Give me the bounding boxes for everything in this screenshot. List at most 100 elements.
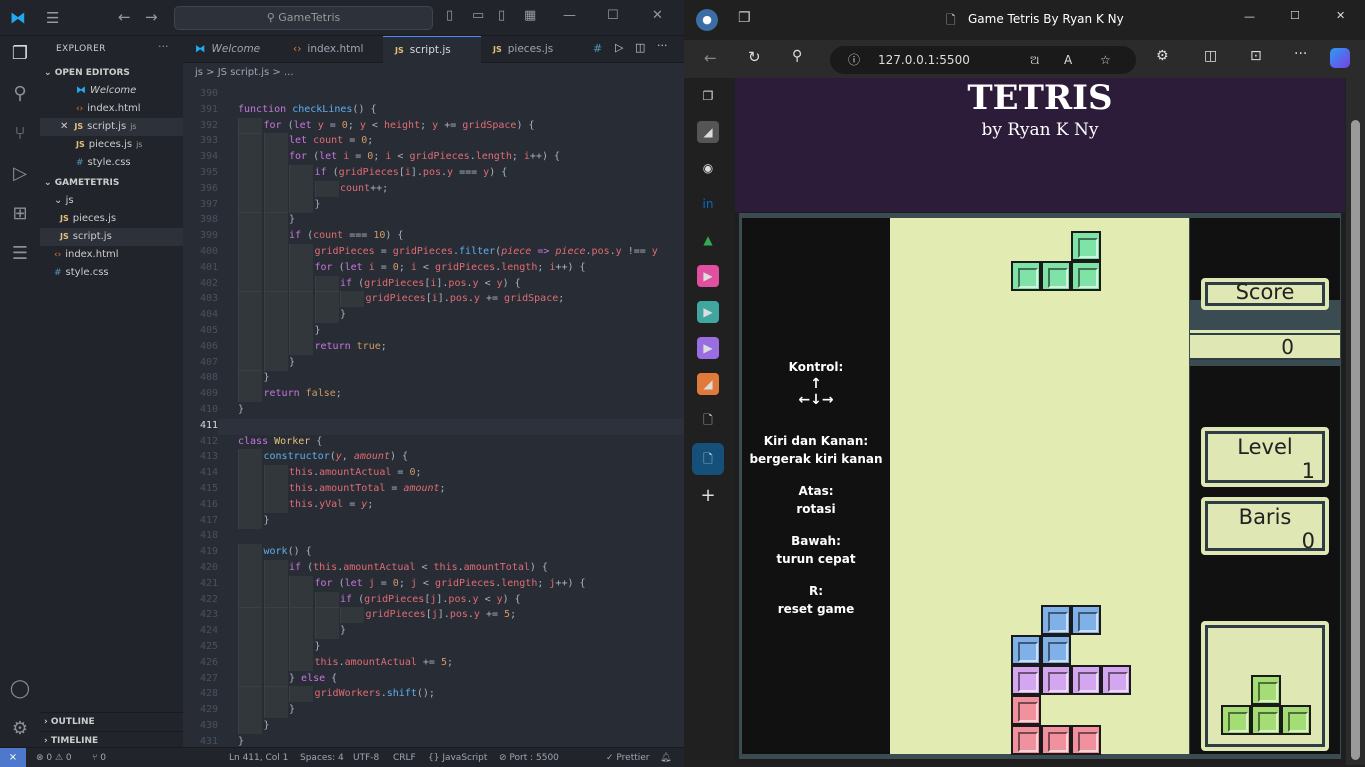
back-arrow-icon[interactable]: ← (704, 49, 717, 67)
open-editors-section[interactable]: ⌄ OPEN EDITORS (40, 64, 183, 82)
refresh-icon[interactable]: ↻ (748, 48, 761, 66)
tab-actions-icon[interactable]: ❐ (697, 85, 719, 107)
pinned-tab-icon[interactable]: ◢ (697, 121, 719, 143)
explorer-icon[interactable]: ❐ (8, 42, 32, 66)
extensions-icon[interactable]: ⚙ (1156, 48, 1169, 64)
ports-indicator[interactable]: ⑂ 0 (92, 748, 106, 767)
minimize-icon[interactable]: — (563, 8, 576, 23)
remote-explorer-icon[interactable]: ☰ (8, 242, 32, 266)
more-actions-icon[interactable]: ··· (657, 39, 668, 52)
translate-icon[interactable]: ଅ (1030, 46, 1039, 74)
tab-script-js[interactable]: JS script.js (383, 36, 481, 63)
extensions-icon[interactable]: ⊞ (8, 202, 32, 226)
tree-index-html[interactable]: ‹› index.html (40, 246, 183, 264)
favorite-star-icon[interactable]: ☆ (1100, 46, 1111, 74)
tree-script-js[interactable]: JS script.js (40, 228, 183, 246)
minimize-icon[interactable]: — (1244, 10, 1255, 23)
remote-indicator[interactable]: ⨯ (0, 748, 26, 767)
tab-index-html[interactable]: ‹› index.html (281, 36, 383, 63)
open-editor-welcome[interactable]: ⧓ Welcome (40, 82, 183, 100)
close-icon[interactable]: ✕ (652, 8, 663, 23)
line-number: 410 (199, 404, 218, 415)
linkedin-icon[interactable]: in (697, 193, 719, 215)
split-editor-icon[interactable]: ◫ (635, 41, 645, 54)
cursor-position[interactable]: Ln 411, Col 1 (229, 748, 288, 767)
open-editor-style-css[interactable]: # style.css (40, 154, 183, 172)
account-icon[interactable]: ◯ (8, 677, 32, 701)
source-control-icon[interactable]: ⑂ (8, 122, 32, 146)
run-icon[interactable]: ▷ (615, 41, 623, 54)
copilot-icon[interactable] (1330, 48, 1350, 68)
workspaces-icon[interactable]: ❐ (738, 10, 751, 26)
pinned-tab-icon[interactable]: ▶ (697, 337, 719, 359)
settings-gear-icon[interactable]: ⚙ (8, 717, 32, 741)
tree-pieces-js[interactable]: JS pieces.js (40, 210, 183, 228)
go-live-icon[interactable]: # (593, 42, 602, 55)
indentation[interactable]: Spaces: 4 (300, 748, 344, 767)
pinned-tab-icon[interactable]: ◢ (697, 373, 719, 395)
js-file-icon: JS (74, 122, 84, 131)
new-tab-plus-icon[interactable]: + (697, 485, 719, 507)
customize-layout-icon[interactable]: ▦ (524, 8, 536, 23)
back-arrow-icon[interactable]: ← (118, 8, 131, 26)
drive-icon[interactable]: ▲ (697, 229, 719, 251)
tab-title[interactable]: Game Tetris By Ryan K Ny (968, 12, 1124, 26)
address-bar[interactable]: ⓘ 127.0.0.1:5500 ଅ A ☆ (830, 46, 1136, 74)
line-number: 399 (199, 230, 218, 242)
bell-icon[interactable]: 🔔︎ (660, 748, 671, 767)
project-section[interactable]: ⌄ GAMETETRIS (40, 174, 183, 192)
indent-guide (263, 212, 288, 229)
maximize-icon[interactable]: ☐ (1290, 9, 1300, 22)
scrollbar-thumb[interactable] (1351, 120, 1360, 760)
more-menu-icon[interactable]: ··· (1294, 46, 1307, 62)
live-server-port[interactable]: ⊘ Port : 5500 (499, 748, 559, 767)
open-editor-pieces-js[interactable]: JS pieces.js js (40, 136, 183, 154)
next-piece-block (1251, 705, 1281, 735)
menu-icon[interactable]: ☰ (46, 9, 59, 27)
breadcrumb[interactable]: js > JS script.js > ... (183, 63, 684, 83)
split-screen-icon[interactable]: ◫ (1204, 48, 1217, 64)
toggle-sidebar-icon[interactable]: ▯ (446, 8, 453, 23)
indent-guide (289, 165, 313, 181)
info-icon[interactable]: ⓘ (848, 46, 860, 74)
toggle-panel-icon[interactable]: ▭ (472, 8, 484, 23)
command-center-search[interactable]: ⚲ GameTetris (174, 6, 433, 30)
pinned-tab-icon[interactable]: ▶ (697, 301, 719, 323)
forward-arrow-icon[interactable]: → (145, 8, 158, 26)
line-ending[interactable]: CRLF (393, 748, 416, 767)
run-debug-icon[interactable]: ▷ (8, 162, 32, 186)
open-editor-index-html[interactable]: ‹› index.html (40, 100, 183, 118)
problems-indicator[interactable]: ⊗ 0 ⚠ 0 (36, 748, 72, 767)
profile-avatar[interactable]: ● (696, 9, 718, 31)
encoding[interactable]: UTF-8 (353, 748, 379, 767)
control-label: Kontrol: (788, 360, 844, 374)
screenshot-icon[interactable]: ⊡ (1250, 48, 1262, 64)
search-icon[interactable]: ⚲ (8, 82, 32, 106)
active-page-tab-icon[interactable]: 🗋︎ (692, 443, 724, 475)
close-icon[interactable]: ✕ (1336, 9, 1345, 22)
line-number: 412 (199, 435, 218, 447)
open-editor-script-js[interactable]: ✕ JS script.js js (40, 118, 183, 136)
tree-style-css[interactable]: # style.css (40, 264, 183, 282)
language-mode[interactable]: {} JavaScript (428, 748, 487, 767)
chevron-right-icon: › (44, 717, 51, 727)
indent-guide (263, 560, 288, 576)
tab-pieces-js[interactable]: JS pieces.js (481, 36, 581, 63)
tetris-block (1011, 725, 1041, 755)
outline-section[interactable]: › OUTLINE (40, 712, 183, 730)
code-editor[interactable]: 390 391 function checkLines() {392 for (let… (183, 83, 684, 747)
search-icon[interactable]: ⚲ (792, 48, 802, 64)
github-icon[interactable]: ◉ (697, 157, 719, 179)
more-actions-icon[interactable]: ··· (158, 40, 169, 53)
page-tab-icon[interactable]: 🗋︎ (697, 409, 719, 431)
folder-js[interactable]: ⌄ js (40, 192, 183, 210)
toggle-secondary-sidebar-icon[interactable]: ▯ (498, 8, 505, 23)
prettier-indicator[interactable]: ✓ Prettier (606, 748, 650, 767)
tab-welcome[interactable]: ⧓ Welcome (183, 36, 281, 63)
close-editor-icon[interactable]: ✕ (60, 121, 68, 132)
read-aloud-icon[interactable]: A (1064, 46, 1072, 74)
page-scrollbar[interactable] (1346, 78, 1365, 765)
pinned-tab-icon[interactable]: ▶ (697, 265, 719, 287)
maximize-icon[interactable]: ☐ (607, 8, 619, 23)
indent-guide (263, 481, 288, 497)
